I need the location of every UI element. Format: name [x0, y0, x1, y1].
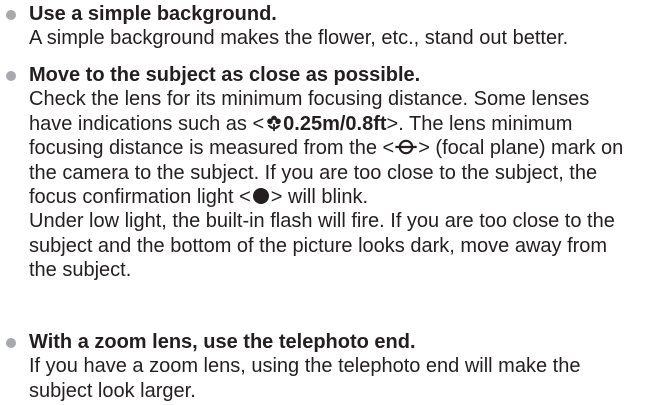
tip-body: Check the lens for its minimum focusing …	[29, 87, 669, 282]
manual-page: Use a simple background. A simple backgr…	[0, 0, 671, 405]
bullet-icon	[6, 10, 16, 20]
text-fragment: have indications such as <	[29, 112, 265, 135]
tip-heading: With a zoom lens, use the telephoto end.	[29, 331, 416, 353]
flower-macro-icon	[267, 115, 281, 131]
tip-body-line: subject look larger.	[29, 379, 196, 402]
bullet-icon	[6, 338, 16, 348]
text-fragment: focus confirmation light <	[29, 186, 251, 209]
tip-body-line: focus confirmation light < > will blink.	[29, 185, 669, 209]
tip-body: If you have a zoom lens, using the telep…	[29, 354, 669, 403]
tip-body-line: If you have a zoom lens, using the telep…	[29, 355, 581, 378]
tip-body-line: the subject.	[29, 259, 132, 282]
tip-body-line: the camera to the subject. If you are to…	[29, 161, 598, 184]
text-fragment: > will blink.	[270, 186, 369, 209]
text-fragment: >. The lens minimum	[386, 112, 573, 135]
tip-body-line: focusing distance is measured from the <…	[29, 136, 669, 160]
tip-body: A simple background makes the flower, et…	[29, 26, 669, 50]
tip-body-line: Under low light, the built-in flash will…	[29, 210, 615, 233]
tip-body-line: subject and the bottom of the picture lo…	[29, 234, 608, 257]
focal-plane-mark-icon	[395, 139, 417, 155]
min-focus-distance: 0.25m/0.8ft	[283, 112, 387, 135]
text-fragment: focusing distance is measured from the <	[29, 137, 395, 160]
tip-heading: Use a simple background.	[29, 3, 277, 25]
tip-heading: Move to the subject as close as possible…	[29, 64, 421, 86]
bullet-icon	[6, 71, 16, 81]
tip-body-line: A simple background makes the flower, et…	[29, 27, 569, 50]
tip-body-line: have indications such as < 0.25m/0.8ft>.…	[29, 112, 669, 136]
tip-body-line: Check the lens for its minimum focusing …	[29, 88, 590, 111]
focus-confirmation-light-icon	[252, 187, 269, 204]
text-fragment: > (focal plane) mark on	[418, 137, 624, 160]
